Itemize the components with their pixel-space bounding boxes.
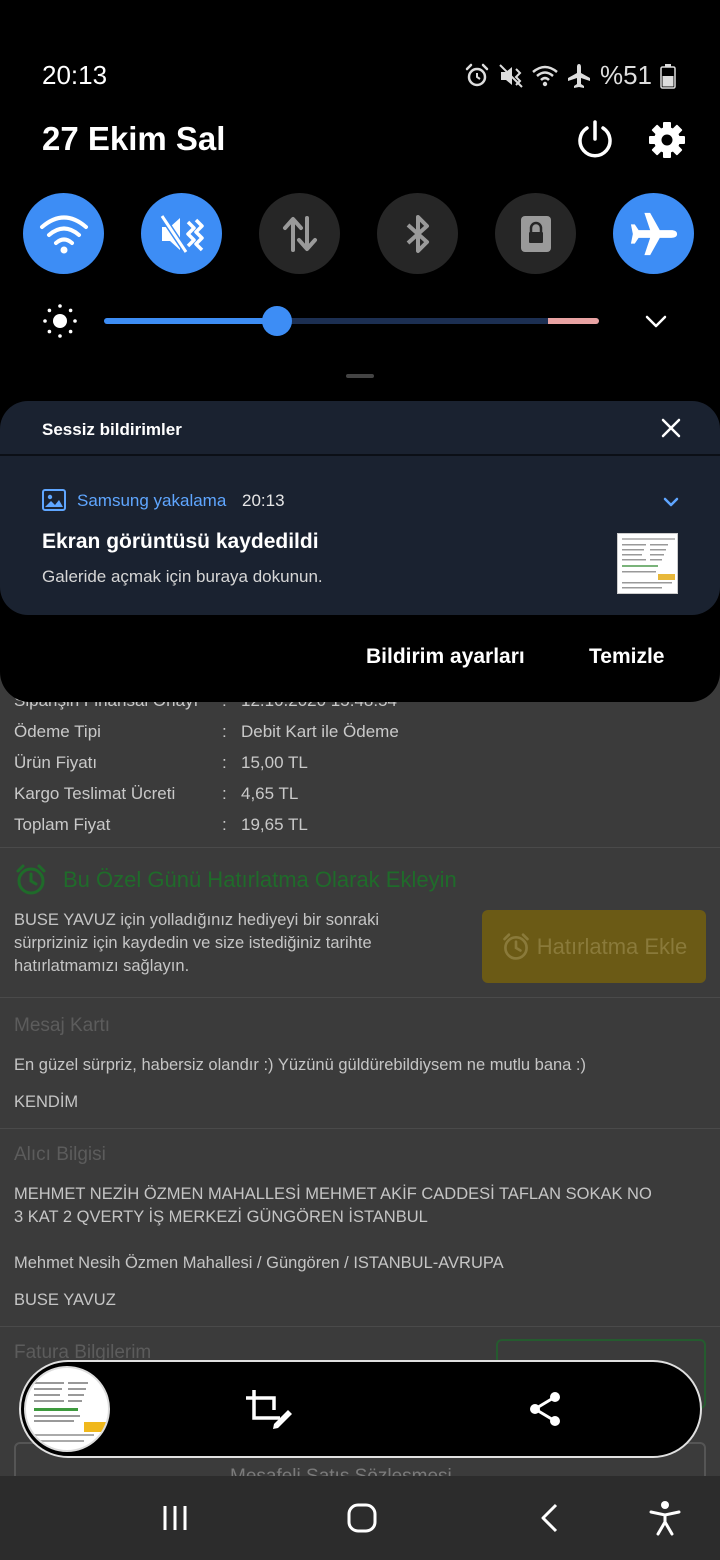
battery-icon <box>660 63 676 89</box>
gear-icon[interactable] <box>646 119 688 161</box>
airplane-icon <box>630 212 677 255</box>
status-icons: %51 <box>464 60 676 91</box>
order-row-price: Ürün Fiyatı:15,00 TL <box>14 753 308 773</box>
home-button[interactable] <box>340 1496 384 1540</box>
home-icon <box>347 1503 377 1533</box>
status-time: 20:13 <box>42 60 108 90</box>
reminder-text: BUSE YAVUZ için yolladığınız hediyeyi bi… <box>14 911 379 975</box>
bluetooth-icon <box>406 214 429 253</box>
lock-icon <box>520 215 551 252</box>
message-card-text: En güzel sürpriz, habersiz olandır :) Yü… <box>14 1056 587 1074</box>
tile-sound-mode[interactable] <box>141 193 222 274</box>
data-arrows-icon <box>282 215 317 252</box>
reminder-title: Bu Özel Günü Hatırlatma Olarak Ekleyin <box>63 867 457 892</box>
notification-time: 20:13 <box>242 491 285 510</box>
quick-settings-tiles <box>23 193 697 274</box>
thumbnail-preview-graphic <box>34 1382 106 1442</box>
divider <box>0 454 720 456</box>
vibrate-icon <box>159 213 204 254</box>
mute-vibrate-icon <box>499 63 523 88</box>
power-icon[interactable] <box>574 119 616 161</box>
order-row-label: Ürün Fiyatı <box>14 753 98 772</box>
crop-edit-icon[interactable] <box>244 1388 292 1430</box>
brightness-slider-thumb[interactable] <box>262 306 293 336</box>
alarm-icon <box>465 63 489 86</box>
share-icon[interactable] <box>526 1390 564 1428</box>
tile-bluetooth[interactable] <box>377 193 458 274</box>
back-icon <box>541 1503 558 1533</box>
recents-button[interactable] <box>153 1496 197 1540</box>
order-row-label: Toplam Fiyat <box>14 815 111 834</box>
tile-airplane-mode[interactable] <box>613 193 694 274</box>
add-reminder-label: Hatırlatma Ekle <box>536 933 688 959</box>
order-row-label: Kargo Teslimat Ücreti <box>14 784 176 803</box>
chevron-down-icon[interactable] <box>640 305 672 337</box>
add-reminder-button[interactable]: Hatırlatma Ekle <box>482 910 706 983</box>
image-icon <box>42 489 66 511</box>
order-row-colon: : <box>222 722 227 741</box>
recipient-title: Alıcı Bilgisi <box>14 1144 106 1165</box>
screenshot-toolbar <box>19 1360 702 1458</box>
screenshot-thumbnail <box>617 533 678 594</box>
order-row-colon: : <box>222 784 227 803</box>
order-row-colon: : <box>222 815 227 834</box>
order-row-payment: Ödeme Tipi: Debit Kart ile Ödeme <box>14 722 399 742</box>
date: 27 Ekim Sal <box>42 120 226 157</box>
wifi-icon <box>532 65 558 86</box>
notification-settings-button[interactable]: Bildirim ayarları <box>366 645 525 669</box>
recipient-address: MEHMET NEZİH ÖZMEN MAHALLESİ MEHMET AKİF… <box>14 1185 652 1226</box>
clear-notifications-button[interactable]: Temizle <box>589 645 664 669</box>
order-row-value: 4,65 TL <box>241 784 299 803</box>
alarm-clock-icon <box>503 932 529 960</box>
accessibility-button[interactable] <box>643 1496 687 1540</box>
order-row-label: Ödeme Tipi <box>14 722 101 741</box>
recents-icon <box>163 1506 187 1530</box>
battery-percent: %51 <box>599 60 652 90</box>
chevron-down-icon[interactable] <box>660 491 682 513</box>
close-icon[interactable] <box>658 415 684 441</box>
brightness-slider[interactable] <box>104 306 599 336</box>
order-row-total: Toplam Fiyat:19,65 TL <box>14 815 308 835</box>
divider <box>0 1326 720 1327</box>
notification-title: Ekran görüntüsü kaydedildi <box>42 530 319 553</box>
divider <box>0 997 720 998</box>
tile-mobile-data[interactable] <box>259 193 340 274</box>
screenshot-preview-thumbnail[interactable] <box>24 1366 110 1452</box>
brightness-slider-fill <box>104 318 278 324</box>
screen: Siparişin Finansal Onayı:12.10.2020 15:4… <box>0 0 720 1560</box>
navigation-bar <box>0 1476 720 1560</box>
alarm-clock-icon <box>16 864 46 895</box>
brightness-slider-warm-zone <box>548 318 599 324</box>
airplane-icon <box>567 63 590 88</box>
order-row-shipping: Kargo Teslimat Ücreti:4,65 TL <box>14 784 298 804</box>
tile-rotation-lock[interactable] <box>495 193 576 274</box>
recipient-district: Mehmet Nesih Özmen Mahallesi / Güngören … <box>14 1254 504 1272</box>
divider <box>0 1128 720 1129</box>
tile-wifi[interactable] <box>23 193 104 274</box>
order-row-value: 19,65 TL <box>241 815 308 834</box>
brightness-icon <box>43 304 77 338</box>
notification-body: Galeride açmak için buraya dokunun. <box>42 567 323 586</box>
wifi-icon <box>39 215 88 253</box>
notification-shade: 20:13 %51 27 Ekim Sal Sessiz bildirimler… <box>0 0 720 702</box>
back-button[interactable] <box>528 1496 572 1540</box>
order-row-value: Debit Kart ile Ödeme <box>241 722 399 741</box>
order-row-colon: : <box>222 753 227 772</box>
notification-panel: Sessiz bildirimler Samsung yakalama 20:1… <box>0 401 720 615</box>
notification-section-header: Sessiz bildirimler <box>42 420 182 439</box>
message-card-title: Mesaj Kartı <box>14 1015 111 1036</box>
thumbnail-preview-graphic <box>622 538 675 589</box>
accessibility-icon <box>649 1501 681 1536</box>
notification-app-name: Samsung yakalama <box>77 491 227 510</box>
message-card-signature: KENDİM <box>14 1093 79 1111</box>
order-row-value: 15,00 TL <box>241 753 308 772</box>
drag-handle[interactable] <box>346 374 374 378</box>
recipient-name: BUSE YAVUZ <box>14 1291 116 1309</box>
divider <box>0 847 720 848</box>
